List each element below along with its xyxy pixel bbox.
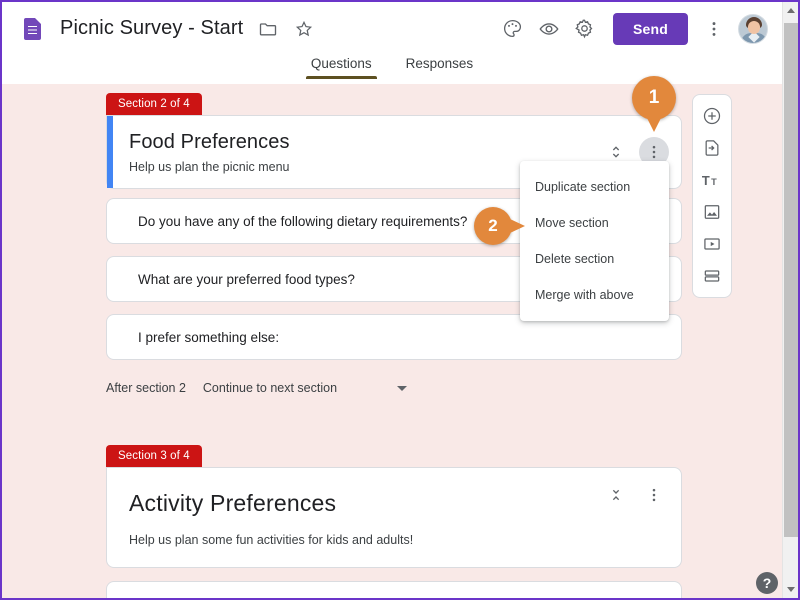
header-actions: Send <box>495 11 768 47</box>
section-2-title[interactable]: Food Preferences <box>129 130 601 155</box>
eye-icon[interactable] <box>531 11 567 47</box>
google-forms-window: Picnic Survey - Start Send Questions Res… <box>0 0 800 600</box>
image-icon[interactable] <box>695 197 729 227</box>
callout-badge-1: 1 <box>632 76 676 120</box>
question-1-text: Do you have any of the following dietary… <box>138 213 468 229</box>
help-button[interactable]: ? <box>756 572 778 594</box>
gear-icon[interactable] <box>567 11 603 47</box>
callout-badge-2: 2 <box>474 207 512 245</box>
section-3-menu-button[interactable] <box>639 480 669 510</box>
after-section-select[interactable]: Continue to next section <box>203 381 413 395</box>
import-questions-icon[interactable] <box>695 133 729 163</box>
section-3-question-card[interactable] <box>106 581 682 598</box>
svg-text:T: T <box>711 177 717 187</box>
video-icon[interactable] <box>695 229 729 259</box>
menu-item-move-section[interactable]: Move section <box>520 205 669 241</box>
section-3-actions <box>601 480 669 510</box>
section-3: Section 3 of 4 Activity Preferences Help… <box>106 445 682 598</box>
tab-responses[interactable]: Responses <box>403 55 477 79</box>
more-vert-icon[interactable] <box>696 11 732 47</box>
section-icon[interactable] <box>695 261 729 291</box>
palette-icon[interactable] <box>495 11 531 47</box>
menu-item-duplicate-section[interactable]: Duplicate section <box>520 169 669 205</box>
add-item-toolbar: T T <box>692 94 732 298</box>
scrollbar-thumb[interactable] <box>784 23 798 537</box>
callout-2-number: 2 <box>488 216 498 235</box>
unfold-less-icon[interactable] <box>601 480 631 510</box>
scrollbar-track[interactable] <box>783 19 798 581</box>
document-title[interactable]: Picnic Survey - Start <box>60 17 243 40</box>
user-avatar[interactable] <box>738 13 768 44</box>
section-3-header-card[interactable]: Activity Preferences Help us plan some f… <box>106 467 682 568</box>
star-icon[interactable] <box>293 18 315 40</box>
send-button[interactable]: Send <box>612 12 688 45</box>
question-2-text: What are your preferred food types? <box>138 271 355 287</box>
section-3-header: Activity Preferences Help us plan some f… <box>107 468 681 567</box>
chevron-down-icon <box>396 385 407 391</box>
menu-item-merge-with-above[interactable]: Merge with above <box>520 277 669 313</box>
google-forms-icon <box>24 17 41 40</box>
scroll-down-button[interactable] <box>783 581 798 598</box>
section-2-badge: Section 2 of 4 <box>106 93 202 115</box>
vertical-scrollbar[interactable] <box>782 2 798 598</box>
section-3-title[interactable]: Activity Preferences <box>129 490 681 517</box>
question-3-text: I prefer something else: <box>138 329 280 345</box>
add-circle-icon[interactable] <box>695 101 729 131</box>
section-options-menu: Duplicate section Move section Delete se… <box>520 161 669 321</box>
after-section-row: After section 2 Continue to next section <box>106 375 682 401</box>
menu-item-delete-section[interactable]: Delete section <box>520 241 669 277</box>
section-3-description[interactable]: Help us plan some fun activities for kid… <box>129 533 681 547</box>
section-3-badge: Section 3 of 4 <box>106 445 202 467</box>
tab-questions[interactable]: Questions <box>305 55 377 79</box>
app-header: Picnic Survey - Start Send <box>2 2 782 55</box>
after-section-label: After section 2 <box>106 381 186 395</box>
form-canvas: Section 2 of 4 Food Preferences Help us … <box>2 84 782 598</box>
scroll-up-button[interactable] <box>783 2 798 19</box>
svg-text:T: T <box>702 173 710 188</box>
callout-1-number: 1 <box>648 87 660 108</box>
title-text-icon[interactable]: T T <box>695 165 729 195</box>
after-section-value: Continue to next section <box>202 381 338 395</box>
folder-icon[interactable] <box>257 18 279 40</box>
